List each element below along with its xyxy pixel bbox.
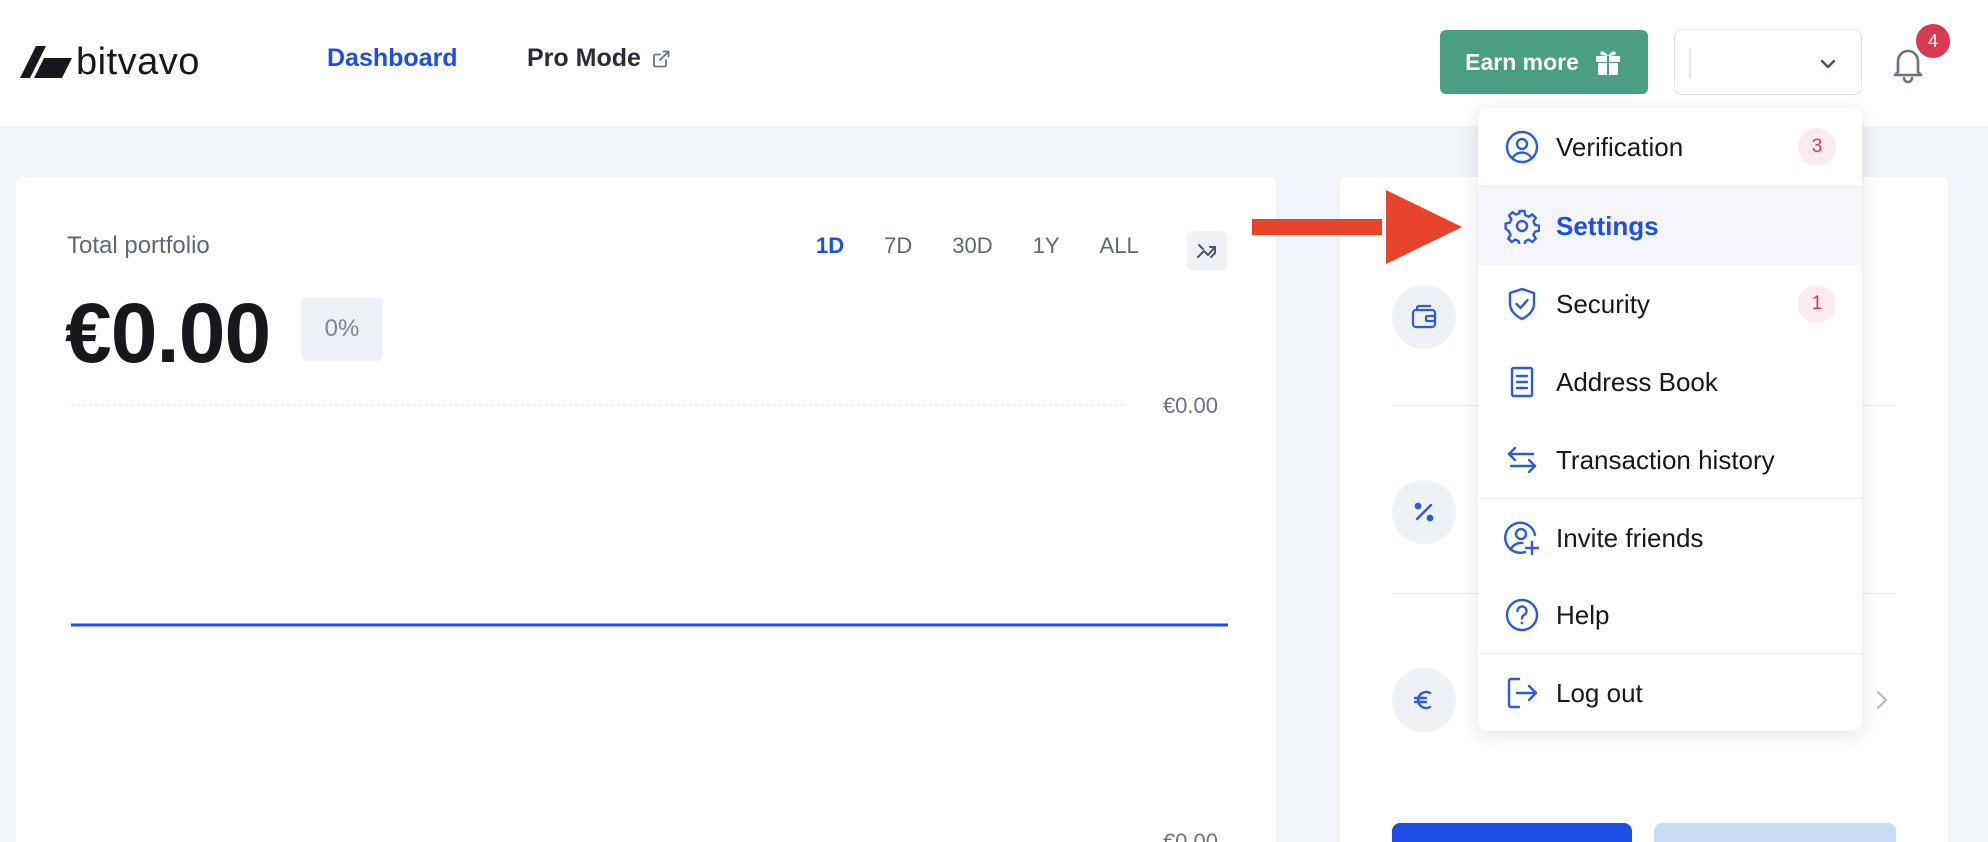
menu-label: Log out xyxy=(1556,677,1643,708)
y-tick-label: €0.00 xyxy=(1163,829,1218,842)
chart-type-toggle[interactable] xyxy=(1187,231,1227,271)
account-text-caret xyxy=(1689,48,1691,78)
primary-action-button[interactable] xyxy=(1392,823,1632,842)
menu-item-log-out[interactable]: Log out xyxy=(1478,654,1862,732)
notification-count-badge: 4 xyxy=(1916,24,1950,58)
chevron-right-icon[interactable] xyxy=(1875,688,1889,712)
question-circle-icon xyxy=(1505,598,1539,632)
menu-label: Verification xyxy=(1556,131,1684,162)
time-range-selector: 1D 7D 30D 1Y ALL xyxy=(816,233,1179,259)
y-tick-label: €0.00 xyxy=(1163,393,1218,418)
wallet-icon-circle xyxy=(1392,285,1456,349)
portfolio-card: €0.00 €0.00 Total portfolio €0.00 0% 1D 7… xyxy=(16,177,1276,842)
wallet-icon xyxy=(1411,304,1437,329)
account-dropdown[interactable] xyxy=(1674,29,1862,95)
range-1y[interactable]: 1Y xyxy=(1033,233,1060,259)
annotation-arrow xyxy=(1252,190,1462,264)
gear-icon xyxy=(1504,209,1540,244)
menu-item-verification[interactable]: Verification 3 xyxy=(1478,108,1862,186)
menu-label: Address Book xyxy=(1556,366,1718,397)
nav-dashboard[interactable]: Dashboard xyxy=(327,44,458,73)
portfolio-chart: €0.00 €0.00 xyxy=(71,393,1228,842)
chart-trend-icon xyxy=(1197,244,1216,258)
shield-check-icon xyxy=(1508,287,1536,321)
total-portfolio-value: €0.00 xyxy=(65,286,271,380)
portfolio-change-badge: 0% xyxy=(301,297,383,361)
euro-icon xyxy=(1413,690,1432,710)
external-link-icon xyxy=(653,50,670,67)
bitvavo-logo[interactable]: bitvavo xyxy=(18,40,200,84)
arrows-swap-icon xyxy=(1507,446,1537,474)
chevron-down-icon xyxy=(1820,59,1836,69)
user-circle-icon xyxy=(1505,130,1539,164)
percent-icon-circle xyxy=(1392,480,1456,544)
security-count-badge: 1 xyxy=(1798,285,1836,323)
menu-item-help[interactable]: Help xyxy=(1478,576,1862,654)
menu-item-address-book[interactable]: Address Book xyxy=(1478,343,1862,421)
earn-more-label: Earn more xyxy=(1465,48,1579,75)
menu-item-security[interactable]: Security 1 xyxy=(1478,265,1862,343)
percent-icon xyxy=(1414,502,1434,522)
total-portfolio-label: Total portfolio xyxy=(67,232,210,259)
nav-pro-mode[interactable]: Pro Mode xyxy=(527,44,671,73)
menu-item-transaction-history[interactable]: Transaction history xyxy=(1478,421,1862,499)
gift-icon xyxy=(1595,51,1620,75)
document-list-icon xyxy=(1510,366,1534,398)
logo-text: bitvavo xyxy=(76,40,200,83)
nav-pro-mode-label: Pro Mode xyxy=(527,44,641,72)
range-7d[interactable]: 7D xyxy=(884,233,912,259)
bitvavo-logo-icon xyxy=(20,46,72,78)
menu-label: Invite friends xyxy=(1556,522,1704,553)
menu-item-invite-friends[interactable]: Invite friends xyxy=(1478,499,1862,577)
menu-label: Help xyxy=(1556,599,1610,630)
user-plus-icon xyxy=(1504,521,1540,556)
menu-label: Settings xyxy=(1556,210,1659,241)
verification-count-badge: 3 xyxy=(1798,128,1836,166)
range-1d[interactable]: 1D xyxy=(816,233,844,259)
account-menu-dropdown: Verification 3 Settings Security 1 Addre… xyxy=(1478,108,1862,731)
menu-label: Transaction history xyxy=(1556,444,1775,475)
range-30d[interactable]: 30D xyxy=(952,233,992,259)
menu-label: Security xyxy=(1556,288,1650,319)
earn-more-button[interactable]: Earn more xyxy=(1440,30,1648,94)
menu-item-settings[interactable]: Settings xyxy=(1478,187,1862,265)
secondary-action-button[interactable] xyxy=(1654,823,1896,842)
euro-icon-circle xyxy=(1392,668,1456,732)
range-all[interactable]: ALL xyxy=(1100,233,1139,259)
logout-icon xyxy=(1507,677,1538,709)
